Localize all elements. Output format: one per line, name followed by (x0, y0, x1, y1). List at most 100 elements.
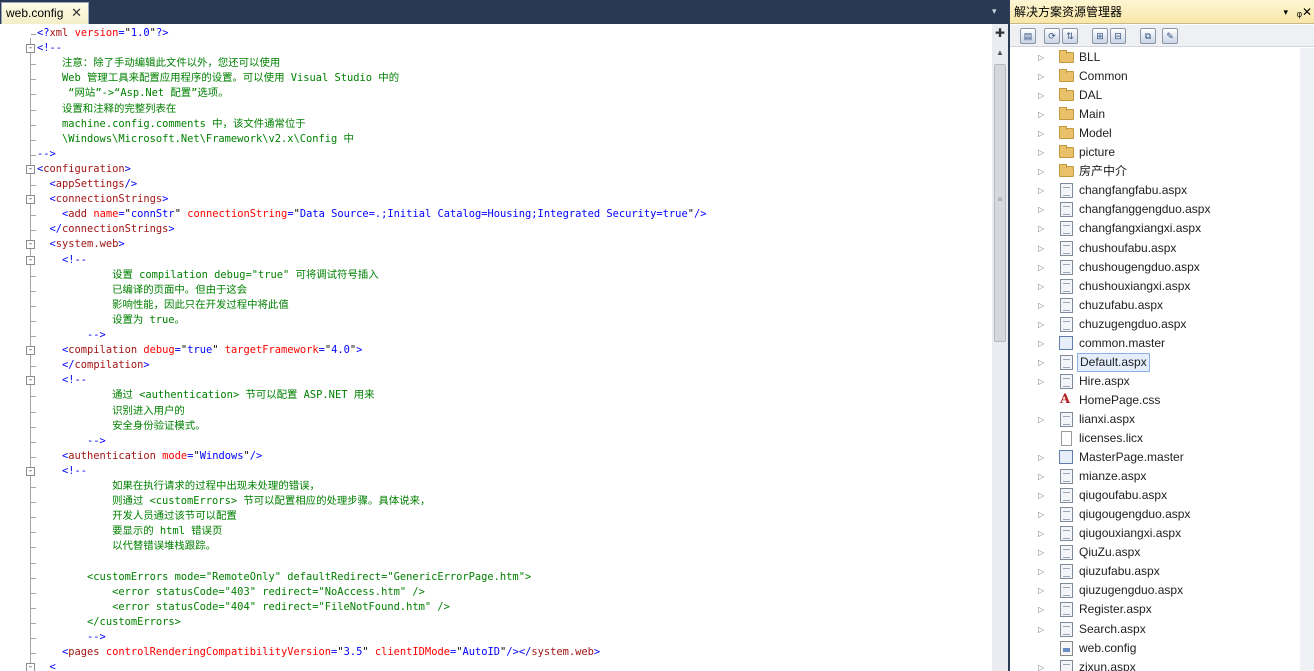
expand-arrow-icon[interactable]: ▷ (1038, 258, 1044, 277)
tree-item[interactable]: ▷ Search.aspx (1010, 620, 1314, 639)
code-token: --> (37, 147, 56, 160)
collapse-icon[interactable]: - (26, 44, 35, 54)
tree-item[interactable]: ▷ Common (1010, 67, 1314, 86)
expand-arrow-icon[interactable]: ▷ (1038, 315, 1044, 334)
collapse-icon[interactable]: - (26, 346, 35, 356)
expand-arrow-icon[interactable]: ▷ (1038, 143, 1044, 162)
collapse-icon[interactable]: - (26, 195, 35, 205)
tree-item[interactable]: ▷ MasterPage.master (1010, 448, 1314, 467)
expand-arrow-icon[interactable]: ▷ (1038, 467, 1044, 486)
close-icon[interactable]: ✕ (71, 3, 82, 23)
close-icon[interactable]: ✕ (1302, 0, 1312, 24)
tree-item[interactable]: ▷ qiuzufabu.aspx (1010, 562, 1314, 581)
collapse-icon[interactable]: - (26, 466, 35, 476)
tree-item[interactable]: ▷ qiugouxiangxi.aspx (1010, 524, 1314, 543)
view-designer-icon[interactable]: ⊟ (1110, 28, 1126, 44)
tree-item[interactable]: ▷ qiugougengduo.aspx (1010, 505, 1314, 524)
expand-arrow-icon[interactable]: ▷ (1038, 620, 1044, 639)
window-position-icon[interactable]: ▾ (1283, 0, 1288, 24)
expand-arrow-icon[interactable]: ▷ (1038, 162, 1044, 181)
refresh-icon[interactable]: ⟳ (1044, 28, 1060, 44)
tab-dropdown-icon[interactable]: ▾ (992, 6, 997, 17)
expand-arrow-icon[interactable]: ▷ (1038, 448, 1044, 467)
tree-item[interactable]: ▷ chuzugengduo.aspx (1010, 315, 1314, 334)
expand-arrow-icon[interactable]: ▷ (1038, 181, 1044, 200)
tree-item[interactable]: ▷ changfangxiangxi.aspx (1010, 219, 1314, 238)
expand-arrow-icon[interactable]: ▷ (1038, 124, 1044, 143)
expand-arrow-icon[interactable]: ▷ (1038, 524, 1044, 543)
tree-item[interactable]: ▷ picture (1010, 143, 1314, 162)
tree-item[interactable]: ▷ chuzufabu.aspx (1010, 296, 1314, 315)
tree-item[interactable]: ▷ Default.aspx (1010, 352, 1314, 372)
tree-item[interactable]: ▷ chushouxiangxi.aspx (1010, 277, 1314, 296)
expand-arrow-icon[interactable]: ▷ (1038, 219, 1044, 238)
tree-item[interactable]: licenses.licx (1010, 429, 1314, 448)
expand-arrow-icon[interactable]: ▷ (1038, 505, 1044, 524)
code-text-area[interactable]: <?xml version="1.0"?> <!-- 注意：除了手动编辑此文件以外… (0, 24, 992, 671)
page-icon (1060, 583, 1073, 599)
expand-arrow-icon[interactable]: ▷ (1038, 600, 1044, 619)
selection-margin[interactable] (0, 24, 24, 671)
tree-item[interactable]: web.config (1010, 639, 1314, 658)
expand-arrow-icon[interactable]: ▷ (1038, 543, 1044, 562)
expand-arrow-icon[interactable]: ▷ (1038, 562, 1044, 581)
outline-tick (31, 154, 36, 156)
scroll-thumb[interactable]: ≡ (994, 64, 1006, 342)
collapse-icon[interactable]: - (26, 376, 35, 386)
expand-arrow-icon[interactable]: ▷ (1038, 410, 1044, 429)
expand-arrow-icon[interactable]: ▷ (1038, 239, 1044, 258)
expand-arrow-icon[interactable]: ▷ (1038, 86, 1044, 105)
tab-web-config[interactable]: web.config ✕ (1, 2, 89, 24)
collapse-icon[interactable]: - (26, 164, 35, 174)
tree-item[interactable]: ▷ DAL (1010, 86, 1314, 105)
properties-icon[interactable]: ▤ (1020, 28, 1036, 44)
split-window-icon[interactable]: ✚ (992, 24, 1008, 42)
tree-item[interactable]: ▷ Hire.aspx (1010, 372, 1314, 391)
editor-vertical-scrollbar[interactable]: ✚ ▲ ≡ (992, 24, 1008, 671)
tree-item[interactable]: ▷ chushougengduo.aspx (1010, 258, 1314, 277)
expand-arrow-icon[interactable]: ▷ (1038, 581, 1044, 600)
tree-item[interactable]: ▷ chushoufabu.aspx (1010, 239, 1314, 258)
tree-item[interactable]: ▷ lianxi.aspx (1010, 410, 1314, 429)
nest-files-icon[interactable]: ⇅ (1062, 28, 1078, 44)
outline-tick (31, 396, 36, 398)
code-token: > (118, 238, 125, 251)
tree-item[interactable]: ▷ zixun.aspx (1010, 658, 1314, 671)
expand-arrow-icon[interactable]: ▷ (1038, 658, 1044, 671)
tree-item[interactable]: ▷ changfangfabu.aspx (1010, 181, 1314, 200)
expand-arrow-icon[interactable]: ▷ (1038, 334, 1044, 353)
tree-item[interactable]: A HomePage.css (1010, 391, 1314, 410)
expand-arrow-icon[interactable]: ▷ (1038, 200, 1044, 219)
tree-item-label: chuzufabu.aspx (1079, 297, 1164, 312)
solution-vertical-scrollbar[interactable] (1300, 48, 1314, 671)
expand-arrow-icon[interactable]: ▷ (1038, 372, 1044, 391)
collapse-icon[interactable]: - (26, 255, 35, 265)
view-code-icon[interactable]: ⊞ (1092, 28, 1108, 44)
code-line: 识别进入用户的 (37, 404, 185, 419)
tree-item[interactable]: ▷ BLL (1010, 48, 1314, 67)
tree-item[interactable]: ▷ common.master (1010, 334, 1314, 353)
tree-item-label: DAL (1079, 88, 1103, 103)
class-diagram-icon[interactable]: ✎ (1162, 28, 1178, 44)
tree-item[interactable]: ▷ qiugoufabu.aspx (1010, 486, 1314, 505)
tree-item[interactable]: ▷ mianze.aspx (1010, 467, 1314, 486)
expand-arrow-icon[interactable]: ▷ (1038, 296, 1044, 315)
tree-item[interactable]: ▷ Model (1010, 124, 1314, 143)
expand-arrow-icon[interactable]: ▷ (1038, 486, 1044, 505)
expand-arrow-icon[interactable]: ▷ (1038, 353, 1044, 372)
tree-item[interactable]: ▷ QiuZu.aspx (1010, 543, 1314, 562)
tree-item[interactable]: ▷ Main (1010, 105, 1314, 124)
tree-item[interactable]: ▷ qiuzugengduo.aspx (1010, 581, 1314, 600)
collapse-icon[interactable]: - (26, 663, 35, 671)
copy-website-icon[interactable]: ⧉ (1140, 28, 1156, 44)
expand-arrow-icon[interactable]: ▷ (1038, 105, 1044, 124)
expand-arrow-icon[interactable]: ▷ (1038, 67, 1044, 86)
expand-arrow-icon[interactable]: ▷ (1038, 48, 1044, 67)
tree-item[interactable]: ▷ changfanggengduo.aspx (1010, 200, 1314, 219)
scroll-up-icon[interactable]: ▲ (992, 48, 1008, 62)
tree-item[interactable]: ▷ Register.aspx (1010, 600, 1314, 619)
code-token: connStr (130, 208, 175, 221)
tree-item[interactable]: ▷ 房产中介 (1010, 162, 1314, 181)
expand-arrow-icon[interactable]: ▷ (1038, 277, 1044, 296)
collapse-icon[interactable]: - (26, 240, 35, 250)
